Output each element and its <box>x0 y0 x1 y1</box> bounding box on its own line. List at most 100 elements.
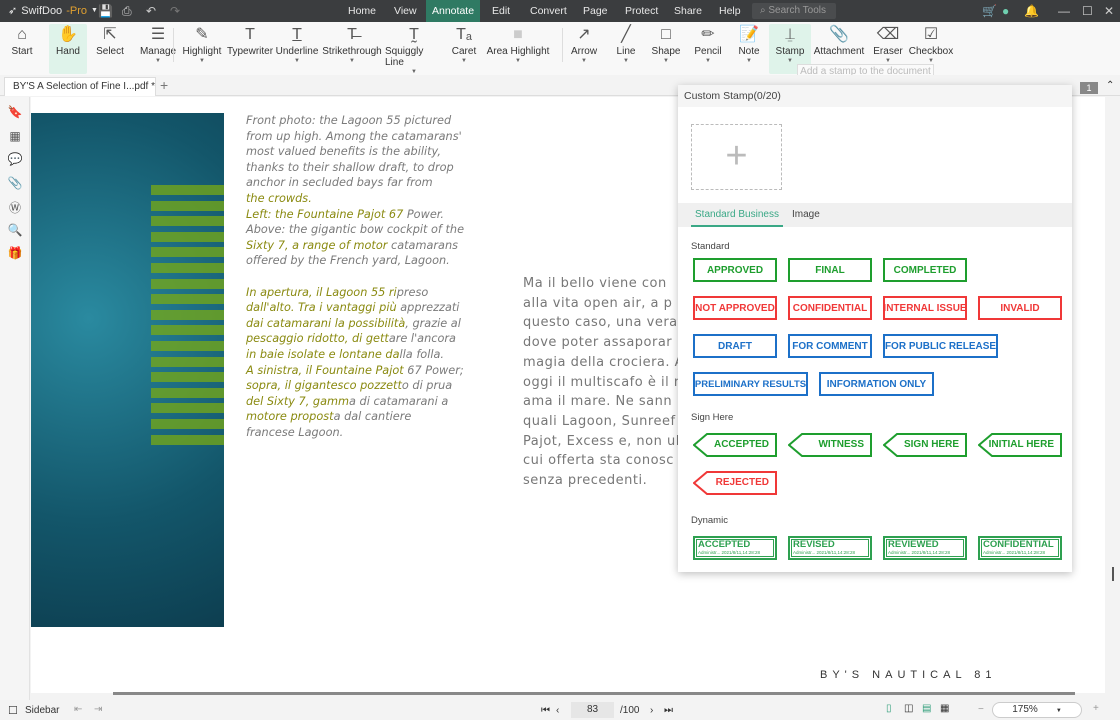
menu-share[interactable]: Share <box>668 0 708 22</box>
two-page-view-icon[interactable]: ◫ <box>904 703 913 714</box>
stamp-completed[interactable]: COMPLETED <box>883 258 967 282</box>
menu-view[interactable]: View <box>388 0 423 22</box>
page-number-input[interactable]: 83 <box>571 702 614 718</box>
print-icon[interactable]: ⎙ <box>122 4 132 19</box>
stamp-for-comment[interactable]: FOR COMMENT <box>788 334 872 358</box>
tab-standard-business[interactable]: Standard Business <box>691 209 783 227</box>
dynamic-stamp-revised[interactable]: REVISED Administr... 2021/8/11,14:28:28 <box>788 536 872 560</box>
gift-icon[interactable]: 🎁 <box>7 246 23 262</box>
tool-start[interactable]: ⌂ Start <box>6 24 38 74</box>
first-page-icon[interactable]: ⏮ <box>541 705 550 716</box>
dynamic-stamp-reviewed[interactable]: REVIEWED Administr... 2021/8/11,14:28:28 <box>883 536 967 560</box>
search-tools-input[interactable]: ⌕ Search Tools <box>752 3 836 19</box>
chevron-down-icon[interactable]: ▼ <box>91 7 98 14</box>
comment-icon[interactable]: 💬 <box>7 152 23 168</box>
tool-line[interactable]: ╱ Line ▼ <box>612 24 640 74</box>
maximize-icon[interactable]: ☐ <box>1082 4 1093 18</box>
stamp-row: PRELIMINARY RESULTS INFORMATION ONLY <box>693 372 934 396</box>
tab-image[interactable]: Image <box>788 209 824 225</box>
menu-home[interactable]: Home <box>342 0 382 22</box>
menu-annotate[interactable]: Annotate <box>426 0 481 22</box>
sign-stamp-initial-here[interactable]: INITIAL HERE <box>978 433 1062 457</box>
stamp-information-only[interactable]: INFORMATION ONLY <box>819 372 934 396</box>
catamaran-photo <box>31 113 224 627</box>
dynamic-stamp-accepted[interactable]: ACCEPTED Administr... 2021/8/11,14:28:28 <box>693 536 777 560</box>
stamp-not-approved[interactable]: NOT APPROVED <box>693 296 777 320</box>
sign-stamp-sign-here[interactable]: SIGN HERE <box>883 433 967 457</box>
grid-view-icon[interactable]: ▦ <box>940 703 949 714</box>
undo-icon[interactable]: ↶ <box>146 4 156 18</box>
text-highlight-overlay <box>151 294 224 305</box>
tool-note[interactable]: 📝 Note ▼ <box>735 24 763 74</box>
sidebar-toggle-icon[interactable]: ☐ <box>8 704 18 717</box>
sign-stamp-rejected[interactable]: REJECTED <box>693 471 777 495</box>
single-page-view-icon[interactable]: ▯ <box>886 703 892 714</box>
stamp-draft[interactable]: DRAFT <box>693 334 777 358</box>
text-highlight-overlay <box>151 200 224 211</box>
tool-select[interactable]: ⇱ Select <box>92 24 128 74</box>
forward-icon[interactable]: ⇥ <box>94 704 102 715</box>
attachment-icon[interactable]: 📎 <box>7 176 23 192</box>
caret-down-icon: ▼ <box>294 58 300 64</box>
caption-segment: del Sixty 7, gamm <box>246 394 350 408</box>
sign-stamp-witness[interactable]: WITNESS <box>788 433 872 457</box>
tool-highlight[interactable]: ✎ Highlight ▼ <box>182 24 222 74</box>
app-logo[interactable]: ➶ SwifDoo -Pro ▼ <box>8 4 98 18</box>
tool-strikethrough[interactable]: T̶ Strikethrough ▼ <box>322 24 382 74</box>
stamp-for-public-release[interactable]: FOR PUBLIC RELEASE <box>883 334 998 358</box>
bell-icon[interactable]: 🔔 <box>1024 4 1039 18</box>
minimize-icon[interactable]: — <box>1058 4 1070 18</box>
tool-label: Strikethrough <box>322 46 382 57</box>
caption-segment: catamarans <box>387 238 459 252</box>
tool-arrow[interactable]: ↗ Arrow ▼ <box>568 24 600 74</box>
stamp-approved[interactable]: APPROVED <box>693 258 777 282</box>
horizontal-scrollbar[interactable] <box>113 692 1075 695</box>
collapse-chevron-up-icon[interactable]: ⌃ <box>1106 80 1114 91</box>
last-page-icon[interactable]: ⏭ <box>664 705 673 716</box>
menu-convert[interactable]: Convert <box>524 0 573 22</box>
tool-underline[interactable]: T̲ Underline ▼ <box>276 24 319 74</box>
sidebar-label[interactable]: Sidebar <box>25 705 59 716</box>
document-tab[interactable]: BY'S A Selection of Fine I...pdf * <box>4 77 156 107</box>
prev-page-icon[interactable]: ‹ <box>556 705 559 716</box>
menu-page[interactable]: Page <box>577 0 614 22</box>
tool-manage[interactable]: ☰ Manage ▼ <box>140 24 176 74</box>
save-icon[interactable]: 💾 <box>98 4 113 18</box>
menu-help[interactable]: Help <box>713 0 747 22</box>
bookmark-icon[interactable]: 🔖 <box>7 105 23 121</box>
new-tab-plus-icon[interactable]: + <box>160 77 168 93</box>
vertical-scrollbar[interactable] <box>1105 97 1120 700</box>
user-avatar-icon[interactable]: ● <box>1002 4 1009 18</box>
stamp-invalid[interactable]: INVALID <box>978 296 1062 320</box>
word-icon[interactable]: Ⓦ <box>7 199 23 215</box>
menu-protect[interactable]: Protect <box>619 0 664 22</box>
stamp-final[interactable]: FINAL <box>788 258 872 282</box>
tool-typewriter[interactable]: T Typewriter <box>227 24 273 74</box>
zoom-out-icon[interactable]: − <box>978 704 984 715</box>
add-custom-stamp-button[interactable]: + <box>691 124 782 190</box>
tool-caret[interactable]: Tₐ Caret ▼ <box>450 24 478 74</box>
dynamic-stamp-confidential[interactable]: CONFIDENTIAL Administr... 2021/8/11,14:28… <box>978 536 1062 560</box>
continuous-view-icon[interactable]: ▤ <box>922 703 931 714</box>
stamp-confidential[interactable]: CONFIDENTIAL <box>788 296 872 320</box>
back-icon[interactable]: ⇤ <box>74 704 82 715</box>
tool-pencil[interactable]: ✏ Pencil ▼ <box>692 24 724 74</box>
tool-hand[interactable]: ✋ Hand <box>49 24 87 74</box>
scroll-thumb[interactable] <box>1112 567 1114 581</box>
tool-shape[interactable]: □ Shape ▼ <box>650 24 682 74</box>
cart-icon[interactable]: 🛒 <box>982 4 997 18</box>
menu-edit[interactable]: Edit <box>486 0 516 22</box>
stamp-internal-issue[interactable]: INTERNAL ISSUE <box>883 296 967 320</box>
zoom-in-icon[interactable]: + <box>1093 703 1099 714</box>
search-icon[interactable]: 🔍 <box>7 223 23 239</box>
sign-stamp-accepted[interactable]: ACCEPTED <box>693 433 777 457</box>
close-icon[interactable]: ✕ <box>1104 4 1114 18</box>
redo-icon[interactable]: ↷ <box>170 4 180 18</box>
stamp-preliminary-results[interactable]: PRELIMINARY RESULTS <box>693 372 808 396</box>
paperclip-icon: 📎 <box>829 26 849 43</box>
tool-area-highlight[interactable]: ■ Area Highlight ▼ <box>486 24 550 74</box>
next-page-icon[interactable]: › <box>650 705 653 716</box>
tool-squiggly-line[interactable]: T̰ Squiggly Line ▼ <box>385 24 443 75</box>
zoom-select[interactable]: 175% ▼ <box>992 702 1082 718</box>
thumbnails-icon[interactable]: ▦ <box>7 129 23 145</box>
